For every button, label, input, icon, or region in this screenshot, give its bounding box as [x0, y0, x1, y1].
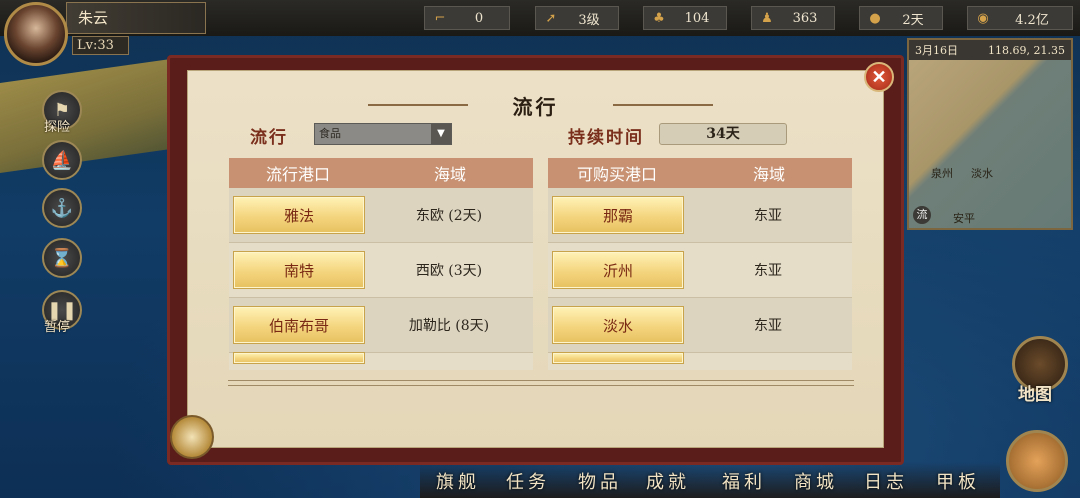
region-cell: 东亚: [754, 318, 782, 334]
stat-value: 104: [684, 10, 710, 26]
region-cell: 东亚: [754, 263, 782, 279]
nav-items[interactable]: 物品: [578, 468, 622, 494]
close-button[interactable]: ✕: [864, 62, 894, 92]
port-button[interactable]: [233, 352, 365, 364]
filter-label: 流行: [250, 128, 288, 148]
explore-label: 探险: [44, 120, 71, 135]
stat-sailors: ♣ 104: [643, 6, 727, 30]
column-header-region: 海域: [433, 165, 466, 184]
stat-captain: ♟ 363: [751, 6, 835, 30]
minimap[interactable]: 3月16日 118.69, 21.35 泉州 淡水 安平 流: [907, 38, 1073, 230]
arrow-up-icon: ➚: [545, 10, 557, 26]
nav-achievements[interactable]: 成就: [646, 468, 690, 494]
ship-button[interactable]: ⛵: [42, 140, 82, 180]
boot-icon: ⌐: [434, 10, 446, 26]
stat-value: 4.2亿: [1015, 12, 1049, 28]
table-row: 沂州 东亚: [548, 243, 852, 298]
dialog-bottom-rule: [228, 380, 854, 386]
table-row-partial: [229, 352, 533, 370]
column-header-port: 流行港口: [265, 165, 330, 184]
table-header: 流行港口 海域: [229, 158, 533, 188]
category-select[interactable]: 食品 ▼: [314, 123, 452, 145]
bread-icon: ●: [869, 10, 881, 26]
nav-log[interactable]: 日志: [864, 468, 908, 494]
stat-value: 2天: [902, 12, 924, 28]
stat-gold: ◉ 4.2亿: [967, 6, 1073, 30]
stat-value: 3级: [578, 12, 600, 28]
buy-ports-table: 可购买港口 海域 那霸 东亚 沂州 东亚 淡水 东亚: [548, 158, 852, 370]
column-header-port: 可购买港口: [576, 165, 657, 184]
coin-icon: ◉: [977, 10, 989, 26]
stat-level: ➚ 3级: [535, 6, 619, 30]
map-button-label: 地图: [1018, 385, 1052, 405]
minimap-label-danshui: 淡水: [971, 167, 993, 180]
minimap-label-quanzhou: 泉州: [931, 167, 953, 180]
player-name: 朱云: [78, 9, 109, 27]
duration-value: 34天: [659, 123, 787, 145]
port-button[interactable]: 那霸: [552, 196, 684, 234]
region-cell: 西欧 (3天): [415, 263, 483, 279]
region-cell: 东欧 (2天): [415, 208, 483, 224]
table-row: 伯南布哥 加勒比 (8天): [229, 298, 533, 353]
title-rule-left: [368, 104, 468, 106]
port-button[interactable]: 淡水: [552, 306, 684, 344]
minimap-coords: 118.69, 21.35: [988, 43, 1065, 57]
table-row: 南特 西欧 (3天): [229, 243, 533, 298]
trend-ports-table: 流行港口 海域 雅法 东欧 (2天) 南特 西欧 (3天) 伯南布哥 加勒比 (…: [229, 158, 533, 370]
title-rule-right: [613, 104, 713, 106]
nav-deck[interactable]: 甲板: [936, 468, 980, 494]
port-button[interactable]: [552, 352, 684, 364]
nav-quests[interactable]: 任务: [506, 468, 550, 494]
stat-food: ● 2天: [859, 6, 943, 30]
minimap-header: 3月16日 118.69, 21.35: [909, 40, 1071, 60]
anchor-icon: ⚓: [50, 197, 74, 219]
port-button[interactable]: 雅法: [233, 196, 365, 234]
player-level: Lv:33: [72, 36, 129, 55]
table-row-partial: [548, 352, 852, 370]
port-button[interactable]: 伯南布哥: [233, 306, 365, 344]
minimap-date: 3月16日: [915, 44, 958, 57]
nav-flagship[interactable]: 旗舰: [436, 468, 480, 494]
close-icon: ✕: [871, 66, 887, 88]
table-row: 淡水 东亚: [548, 298, 852, 353]
nav-welfare[interactable]: 福利: [722, 468, 766, 494]
stat-value: 363: [792, 10, 818, 26]
hourglass-icon: ⌛: [50, 247, 74, 269]
minimap-trend-marker: 流: [913, 206, 931, 224]
table-row: 雅法 东欧 (2天): [229, 188, 533, 243]
port-button[interactable]: 沂州: [552, 251, 684, 289]
minimap-terrain: 泉州 淡水 安平 流: [909, 60, 1071, 228]
hourglass-button[interactable]: ⌛: [42, 238, 82, 278]
table-header: 可购买港口 海域: [548, 158, 852, 188]
stat-value: 0: [474, 10, 484, 26]
duration-label: 持续时间: [568, 128, 644, 148]
region-cell: 加勒比 (8天): [408, 318, 490, 334]
compass-icon: [170, 415, 214, 459]
category-select-value: 食品: [319, 127, 341, 140]
player-avatar[interactable]: [4, 2, 68, 66]
column-header-region: 海域: [752, 165, 785, 184]
pause-label: 暂停: [44, 320, 71, 335]
nav-shop[interactable]: 商城: [794, 468, 838, 494]
sail-button[interactable]: [1006, 430, 1068, 492]
dialog-title: 流行: [512, 95, 559, 119]
ship-icon: ⛵: [50, 149, 74, 171]
captain-icon: ♟: [761, 10, 773, 26]
stat-boot: ⌐ 0: [424, 6, 510, 30]
sailors-icon: ♣: [653, 10, 665, 26]
anchor-button[interactable]: ⚓: [42, 188, 82, 228]
table-row: 那霸 东亚: [548, 188, 852, 243]
region-cell: 东亚: [754, 208, 782, 224]
chevron-down-icon: ▼: [431, 124, 451, 144]
minimap-label-anping: 安平: [953, 212, 975, 225]
port-button[interactable]: 南特: [233, 251, 365, 289]
